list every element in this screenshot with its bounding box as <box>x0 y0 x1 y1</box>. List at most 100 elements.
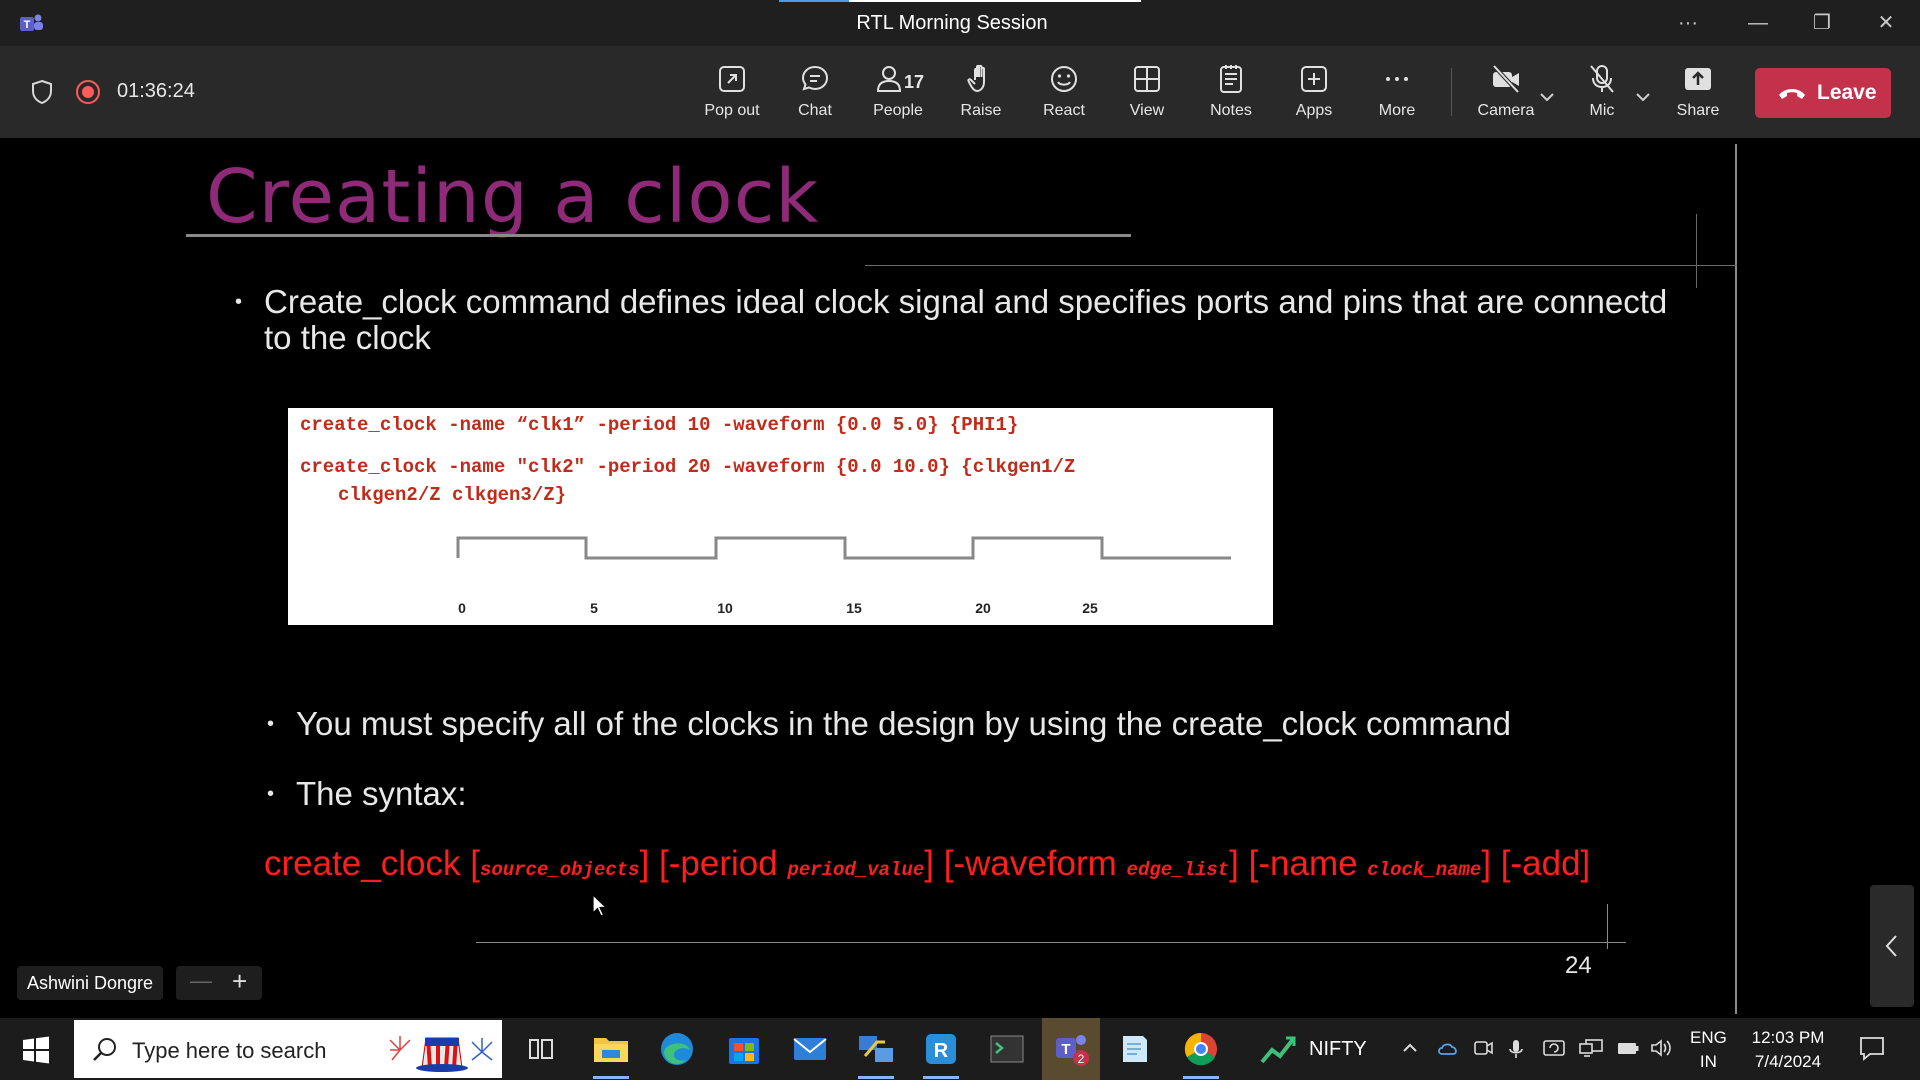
syntax-option-add: [-add] <box>1491 844 1591 883</box>
shield-icon[interactable] <box>28 78 56 106</box>
apps-label: Apps <box>1295 102 1333 119</box>
syntax-bracket: [ <box>460 844 480 883</box>
title-accent-blue <box>779 0 849 2</box>
syntax-line: create_clock [source_objects] [-period p… <box>264 844 1590 884</box>
view-label: View <box>1129 102 1165 119</box>
more-button[interactable]: More <box>1357 62 1437 128</box>
syntax-bracket: ] <box>1229 844 1239 883</box>
syntax-arg-edge-list: edge_list <box>1126 859 1230 881</box>
raise-label: Raise <box>960 102 1002 119</box>
footer-vertical-rule <box>1607 904 1608 949</box>
share-button[interactable]: Share <box>1658 62 1738 128</box>
syntax-arg-period-value: period_value <box>787 859 925 881</box>
shared-content-stage: Creating a clock • Create_clock command … <box>0 138 1920 1018</box>
chrome-browser-icon[interactable] <box>1180 1028 1222 1070</box>
notes-label: Notes <box>1210 102 1252 119</box>
side-panel-toggle[interactable] <box>1870 885 1914 1007</box>
svg-text:R: R <box>934 1040 949 1062</box>
window-title: RTL Morning Session <box>856 12 1048 34</box>
waveform-tick-15: 15 <box>846 600 862 616</box>
system-clock[interactable]: 12:03 PM 7/4/2024 <box>1748 1026 1828 1074</box>
stock-chart-icon[interactable] <box>1258 1028 1300 1070</box>
volume-icon[interactable] <box>1650 1038 1674 1058</box>
leave-button[interactable]: Leave <box>1755 68 1891 118</box>
windows-start-icon[interactable] <box>22 1036 50 1064</box>
waveform-tick-0: 0 <box>458 600 466 616</box>
bullet-dot-icon: • <box>235 291 243 313</box>
mic-chevron-down-icon[interactable] <box>1632 86 1654 108</box>
raise-hand-button[interactable]: Raise <box>941 62 1021 128</box>
nifty-ticker-label[interactable]: NIFTY <box>1309 1038 1367 1061</box>
recording-indicator-icon <box>76 80 100 104</box>
terminal-app-icon[interactable] <box>986 1028 1028 1070</box>
pop-out-label: Pop out <box>704 102 760 119</box>
mic-button[interactable]: Mic <box>1562 62 1642 128</box>
task-view-icon[interactable] <box>520 1028 562 1070</box>
camera-label: Camera <box>1477 102 1535 119</box>
meeting-timer: 01:36:24 <box>117 80 195 102</box>
network-app-icon[interactable] <box>855 1028 897 1070</box>
battery-icon[interactable] <box>1616 1038 1640 1058</box>
zoom-in-button[interactable]: + <box>232 966 247 997</box>
chevron-up-icon[interactable] <box>1400 1038 1420 1058</box>
notepad-icon[interactable] <box>1113 1028 1155 1070</box>
raise-hand-icon <box>967 64 985 93</box>
camera-off-icon <box>1492 64 1520 94</box>
syntax-bracket: ] <box>924 844 934 883</box>
smiley-icon <box>1051 66 1077 92</box>
notes-button[interactable]: Notes <box>1191 62 1271 128</box>
display-tray-icon[interactable] <box>1578 1038 1604 1058</box>
notification-center-icon[interactable] <box>1858 1034 1886 1062</box>
mail-icon[interactable] <box>789 1028 831 1070</box>
microphone-tray-icon[interactable] <box>1508 1038 1524 1060</box>
people-button[interactable]: 17 People <box>858 62 938 128</box>
onedrive-cloud-icon[interactable] <box>1436 1038 1460 1058</box>
more-options-button[interactable]: ··· <box>1668 8 1708 38</box>
presenter-name-tag: Ashwini Dongre <box>17 966 164 1000</box>
pop-out-button[interactable]: Pop out <box>692 62 772 128</box>
bullet-text: The syntax: <box>296 775 467 812</box>
slide-page-number: 24 <box>1565 952 1592 979</box>
react-button[interactable]: React <box>1024 62 1104 128</box>
zoom-out-button[interactable]: — <box>190 968 212 994</box>
title-vertical-rule <box>1696 214 1697 288</box>
search-placeholder: Type here to search <box>132 1038 327 1063</box>
restore-button[interactable]: ❐ <box>1802 8 1842 38</box>
waveform-tick-10: 10 <box>717 600 733 616</box>
meeting-toolbar: 01:36:24 Pop out Chat 17 People Raise Re… <box>0 46 1920 138</box>
apps-button[interactable]: Apps <box>1274 62 1354 128</box>
search-icon <box>93 1038 116 1061</box>
camera-chevron-down-icon[interactable] <box>1536 86 1558 108</box>
rstudio-icon[interactable]: R <box>920 1028 962 1070</box>
bullet-syntax: • The syntax: <box>267 775 1096 812</box>
bullet-text: You must specify all of the clocks in th… <box>296 705 1511 742</box>
clock-waveform <box>456 536 1231 560</box>
microsoft-store-icon[interactable] <box>723 1028 765 1070</box>
syntax-option-name: [-name <box>1238 844 1368 883</box>
people-icon <box>876 66 902 92</box>
meeting-tray-icon[interactable] <box>1472 1038 1494 1058</box>
teams-icon: T2 <box>1056 1035 1089 1066</box>
waveform-tick-20: 20 <box>975 600 991 616</box>
minimize-button[interactable]: — <box>1738 8 1778 38</box>
camera-button[interactable]: Camera <box>1466 62 1546 128</box>
mouse-cursor-icon <box>592 894 608 917</box>
add-apps-icon <box>1301 66 1327 92</box>
chat-button[interactable]: Chat <box>775 62 855 128</box>
rstudio-active-indicator <box>923 1076 959 1079</box>
file-explorer-icon[interactable] <box>590 1028 632 1070</box>
mic-label: Mic <box>1589 102 1615 119</box>
view-button[interactable]: View <box>1107 62 1187 128</box>
bullet-dot-icon: • <box>267 783 275 805</box>
edge-browser-icon[interactable] <box>656 1028 698 1070</box>
mic-off-icon <box>1590 65 1614 93</box>
update-tray-icon[interactable] <box>1542 1038 1566 1058</box>
taskbar-search-box[interactable]: Type here to search <box>74 1020 502 1078</box>
teams-taskbar-button[interactable]: T2 <box>1042 1018 1100 1080</box>
input-language-indicator[interactable]: ENG IN <box>1690 1026 1727 1074</box>
close-button[interactable]: ✕ <box>1866 8 1906 38</box>
window-title-bar: T RTL Morning Session ··· — ❐ ✕ <box>0 0 1920 46</box>
chevron-left-icon <box>1885 935 1897 957</box>
svg-text:T: T <box>1061 1041 1070 1058</box>
presentation-slide: Creating a clock • Create_clock command … <box>182 144 1737 1014</box>
